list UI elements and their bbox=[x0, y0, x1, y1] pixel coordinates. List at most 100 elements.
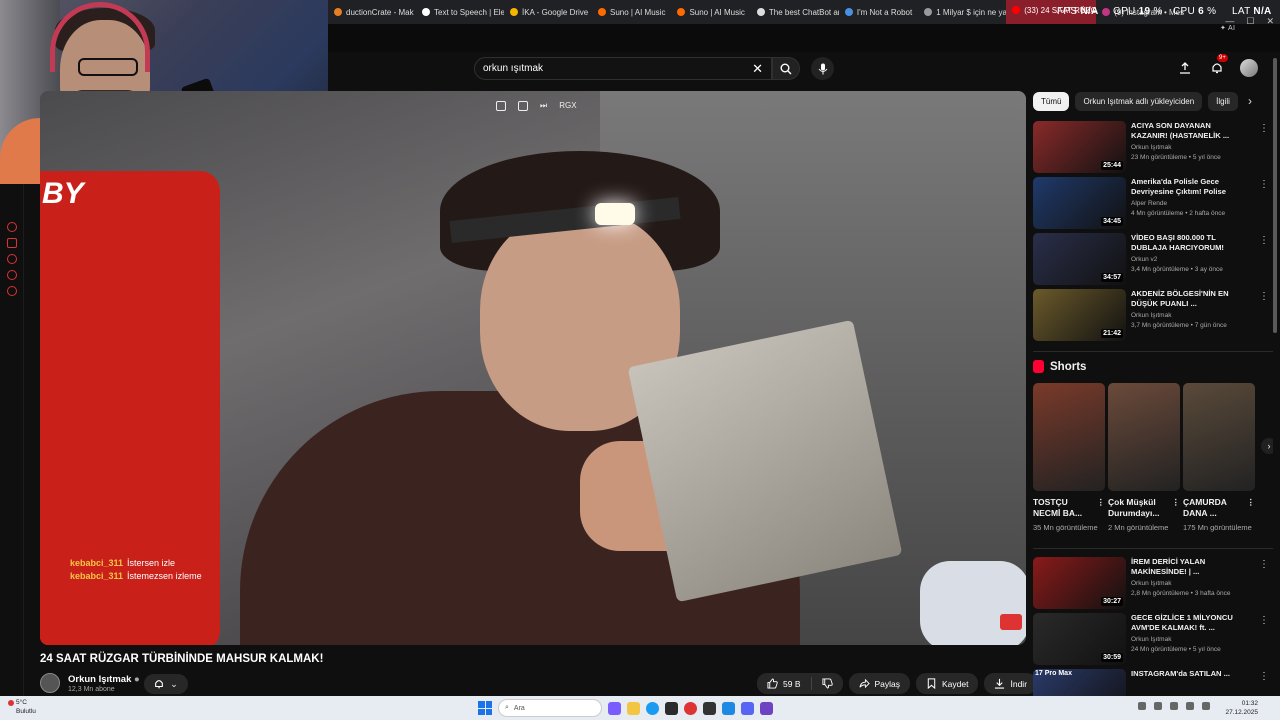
short-item[interactable]: Çok Müşkül Durumdayı... ⋮ 2 Mn görüntüleme bbox=[1108, 383, 1180, 534]
notifications-button[interactable]: 9+ bbox=[1208, 54, 1228, 77]
recommendation-channel[interactable]: Orkun Işıtmak bbox=[1131, 312, 1246, 319]
more-vertical-icon[interactable]: ⋮ bbox=[1172, 497, 1181, 519]
recommendation-title[interactable]: GECE GİZLİCE 1 MİLYONCU AVM'DE KALMAK! f… bbox=[1131, 613, 1246, 633]
recommendation-item[interactable]: 21:42 AKDENİZ BÖLGESİ'NİN EN DÜŞÜK PUANLI… bbox=[1033, 289, 1273, 341]
more-vertical-icon[interactable]: ⋮ bbox=[1259, 179, 1269, 190]
recommendation-title[interactable]: INSTAGRAM'da SATILAN ... bbox=[1131, 669, 1246, 679]
copilot-icon[interactable] bbox=[608, 701, 621, 715]
opera-icon[interactable] bbox=[684, 701, 697, 715]
recommendation-channel[interactable]: Orkun Işıtmak bbox=[1131, 144, 1246, 151]
short-title[interactable]: Çok Müşkül Durumdayı... bbox=[1108, 497, 1172, 519]
recommendation-item[interactable]: 30:59 GECE GİZLİCE 1 MİLYONCU AVM'DE KALM… bbox=[1033, 613, 1273, 665]
recommendation-item[interactable]: 30:27 İREM DERİCİ YALAN MAKİNESİNDE! | ..… bbox=[1033, 557, 1273, 609]
recommendation-item[interactable]: 34:45 Amerika'da Polisle Gece Devriyesine… bbox=[1033, 177, 1273, 229]
download-button[interactable]: İndir bbox=[984, 673, 1038, 694]
close-window-icon[interactable]: ✕ bbox=[1266, 16, 1274, 27]
short-title[interactable]: TOSTÇU NECMİ BA... bbox=[1033, 497, 1097, 519]
video-thumbnail[interactable]: 17 Pro Max bbox=[1033, 669, 1126, 696]
filter-chip[interactable]: Orkun Işıtmak adlı yükleyiciden bbox=[1075, 91, 1203, 111]
search-button[interactable] bbox=[772, 57, 800, 80]
clear-search-icon[interactable]: ✕ bbox=[752, 61, 763, 77]
more-vertical-icon[interactable]: ⋮ bbox=[1259, 615, 1269, 626]
video-thumbnail[interactable]: 30:27 bbox=[1033, 557, 1126, 609]
more-vertical-icon[interactable]: ⋮ bbox=[1247, 497, 1256, 519]
discord-icon[interactable] bbox=[741, 701, 754, 715]
shorts-next-button[interactable]: › bbox=[1261, 438, 1273, 454]
recommendation-channel[interactable]: Orkun v2 bbox=[1131, 256, 1246, 263]
file-explorer-icon[interactable] bbox=[627, 701, 640, 715]
browser-tab[interactable]: Suno | AI Music bbox=[592, 1, 671, 23]
voice-search-button[interactable] bbox=[811, 57, 834, 80]
filter-chip[interactable]: İlgili bbox=[1208, 91, 1238, 111]
share-button[interactable]: Paylaş bbox=[848, 673, 911, 694]
video-thumbnail[interactable]: 34:57 bbox=[1033, 233, 1126, 285]
short-title[interactable]: ÇAMURDA DANA ... bbox=[1183, 497, 1247, 519]
video-player[interactable]: BY ⏭ RGX kebabci_311 İstersen izle kebabci… bbox=[40, 91, 1026, 645]
recommendation-title[interactable]: ACIYA SON DAYANAN KAZANIR! (HASTANELİK .… bbox=[1131, 121, 1246, 141]
recommendation-channel[interactable]: Alper Rende bbox=[1131, 200, 1246, 207]
short-thumbnail[interactable] bbox=[1033, 383, 1105, 491]
terminal-icon[interactable] bbox=[665, 701, 678, 715]
short-thumbnail[interactable] bbox=[1183, 383, 1255, 491]
edge-icon[interactable] bbox=[646, 701, 659, 715]
video-thumbnail[interactable]: 25:44 bbox=[1033, 121, 1126, 173]
taskbar-search[interactable]: ⌕ Ara bbox=[498, 699, 602, 717]
vscode-icon[interactable] bbox=[722, 701, 735, 715]
more-vertical-icon[interactable]: ⋮ bbox=[1259, 123, 1269, 134]
windows-start-icon[interactable] bbox=[478, 701, 492, 715]
weather-widget[interactable]: 5°C Bulutlu bbox=[8, 698, 36, 716]
recommendation-item[interactable]: 17 Pro Max INSTAGRAM'da SATILAN ... ⋮ bbox=[1033, 669, 1273, 696]
search-input[interactable]: orkun ışıtmak ✕ bbox=[474, 57, 772, 80]
video-thumbnail[interactable]: 21:42 bbox=[1033, 289, 1126, 341]
short-item[interactable]: TOSTÇU NECMİ BA... ⋮ 35 Mn görüntüleme bbox=[1033, 383, 1105, 534]
browser-tab[interactable]: The best ChatBot and bbox=[751, 1, 839, 23]
save-button[interactable]: Kaydet bbox=[916, 673, 979, 694]
system-tray[interactable] bbox=[1138, 702, 1210, 710]
more-vertical-icon[interactable]: ⋮ bbox=[1259, 291, 1269, 302]
app-icon[interactable] bbox=[703, 701, 716, 715]
account-avatar[interactable] bbox=[1240, 59, 1258, 77]
app2-icon[interactable] bbox=[760, 701, 773, 715]
filter-chip[interactable]: Tümü bbox=[1033, 91, 1070, 111]
chevron-right-icon[interactable]: › bbox=[1248, 94, 1252, 108]
video-thumbnail[interactable]: 30:59 bbox=[1033, 613, 1126, 665]
browser-tab[interactable]: I'm Not a Robot bbox=[839, 1, 918, 23]
taskbar-clock[interactable]: 01:32 27.12.2025 bbox=[1225, 699, 1258, 717]
recommendation-title[interactable]: İREM DERİCİ YALAN MAKİNESİNDE! | ... bbox=[1131, 557, 1246, 577]
recommendation-channel[interactable]: Orkun Işıtmak bbox=[1131, 580, 1246, 587]
browser-tab[interactable]: Suno | AI Music bbox=[671, 1, 750, 23]
settings-icon[interactable] bbox=[7, 286, 17, 296]
miniplayer-icon[interactable] bbox=[496, 101, 506, 111]
page-scrollbar[interactable] bbox=[1273, 58, 1277, 333]
history-icon[interactable] bbox=[7, 254, 17, 264]
more-vertical-icon[interactable]: ⋮ bbox=[1259, 559, 1269, 570]
more-vertical-icon[interactable]: ⋮ bbox=[1259, 671, 1269, 682]
short-item[interactable]: ÇAMURDA DANA ... ⋮ 175 Mn görüntüleme bbox=[1183, 383, 1255, 534]
browser-tab[interactable]: 1 Milyar $ için ne yapar bbox=[918, 1, 1006, 23]
share-icon[interactable] bbox=[7, 270, 17, 280]
upload-button[interactable] bbox=[1176, 59, 1194, 77]
channel-avatar[interactable] bbox=[40, 673, 60, 693]
browser-tab[interactable]: Text to Speech | Eleve bbox=[416, 1, 504, 23]
like-button[interactable]: 59 B bbox=[757, 673, 811, 694]
channel-name[interactable]: Orkun Işıtmak ● bbox=[68, 674, 140, 685]
video-thumbnail[interactable]: 34:45 bbox=[1033, 177, 1126, 229]
browser-tab[interactable]: ductionCrate - Mak bbox=[328, 1, 416, 23]
recommendation-channel[interactable]: Orkun Işıtmak bbox=[1131, 636, 1246, 643]
subscription-bell-button[interactable]: ⌄ bbox=[144, 674, 188, 694]
maximize-icon[interactable]: ☐ bbox=[1246, 16, 1254, 27]
dislike-button[interactable] bbox=[811, 673, 843, 694]
record-icon[interactable] bbox=[7, 222, 17, 232]
more-vertical-icon[interactable]: ⋮ bbox=[1259, 235, 1269, 246]
more-vertical-icon[interactable]: ⋮ bbox=[1097, 497, 1106, 519]
recommendation-title[interactable]: AKDENİZ BÖLGESİ'NİN EN DÜŞÜK PUANLI ... bbox=[1131, 289, 1246, 309]
recommendation-item[interactable]: 25:44 ACIYA SON DAYANAN KAZANIR! (HASTANE… bbox=[1033, 121, 1273, 173]
recommendation-item[interactable]: 34:57 VİDEO BAŞI 800.000 TL DUBLAJA HARCI… bbox=[1033, 233, 1273, 285]
browser-tab[interactable]: İKA - Google Drive bbox=[504, 1, 592, 23]
recommendation-title[interactable]: Amerika'da Polisle Gece Devriyesine Çıkt… bbox=[1131, 177, 1246, 197]
cast-icon[interactable] bbox=[518, 101, 528, 111]
recommendation-title[interactable]: VİDEO BAŞI 800.000 TL DUBLAJA HARCIYORUM… bbox=[1131, 233, 1246, 253]
skip-icon[interactable]: ⏭ bbox=[540, 101, 547, 111]
play-icon[interactable] bbox=[7, 238, 17, 248]
short-thumbnail[interactable] bbox=[1108, 383, 1180, 491]
